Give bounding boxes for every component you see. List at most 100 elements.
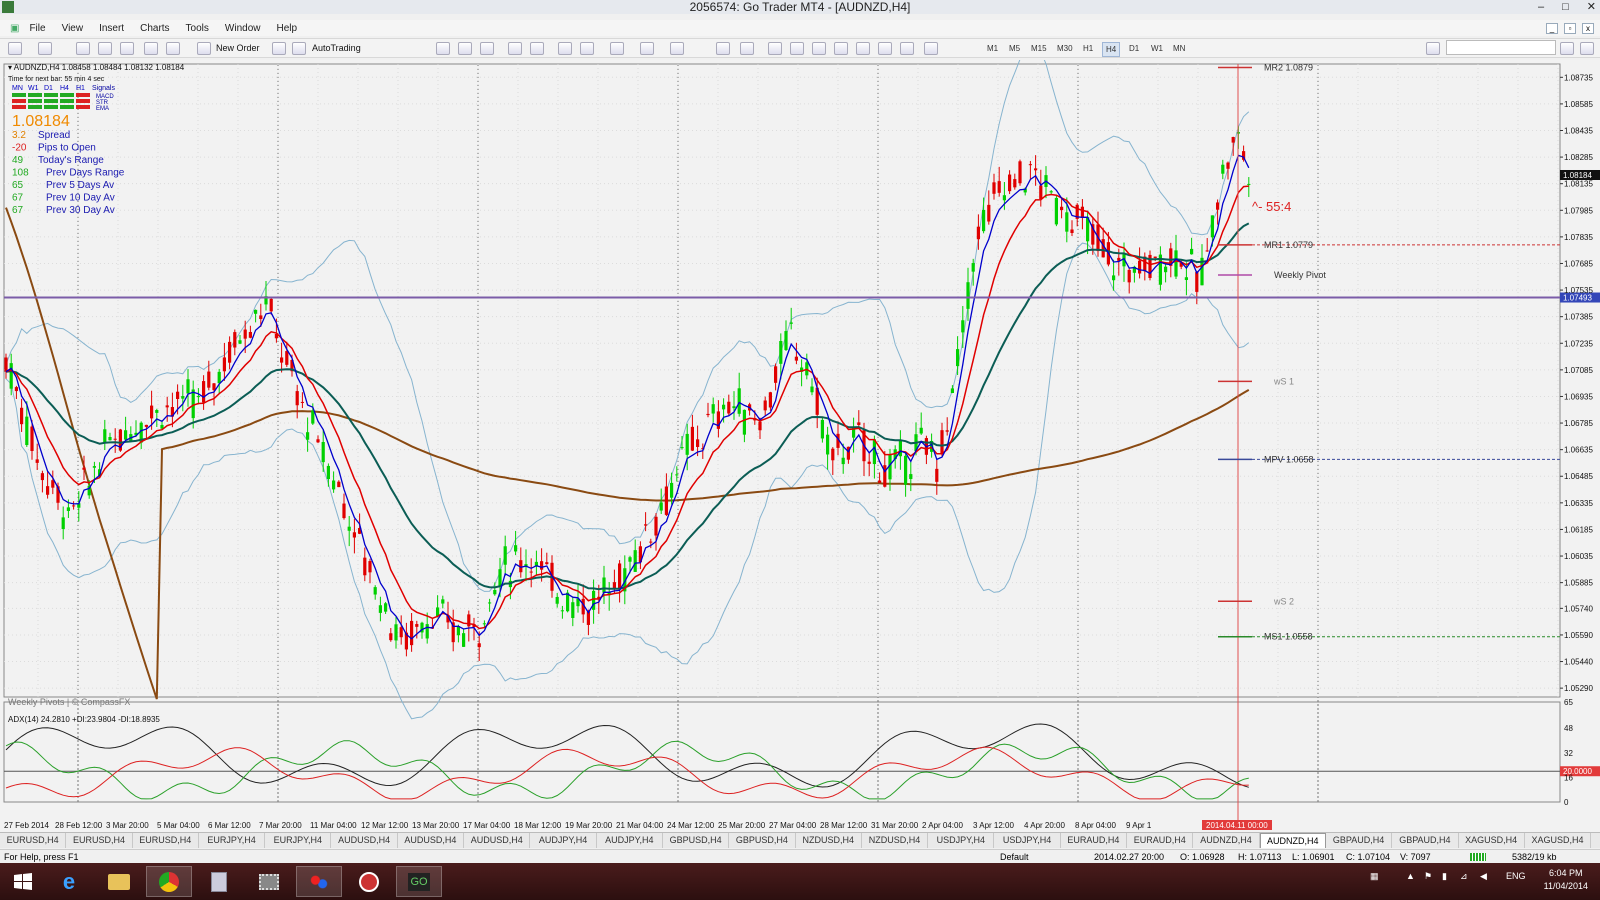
chart-tab[interactable]: EURJPY,H4: [199, 833, 266, 848]
taskbar-explorer[interactable]: [96, 866, 142, 897]
action-center-icon[interactable]: ⚑: [1424, 871, 1432, 882]
fibonacci-icon[interactable]: [856, 42, 870, 55]
chart-tab[interactable]: AUDUSD,H4: [464, 833, 531, 848]
text-label-icon[interactable]: [900, 42, 914, 55]
menu-window[interactable]: Window: [217, 23, 269, 34]
taskbar-film[interactable]: [246, 866, 292, 897]
channel-icon[interactable]: [834, 42, 848, 55]
taskbar-gotrader[interactable]: GO: [396, 866, 442, 897]
chart-tab[interactable]: AUDUSD,H4: [398, 833, 465, 848]
tester-icon[interactable]: [166, 42, 180, 55]
menu-help[interactable]: Help: [268, 23, 305, 34]
chart-tab[interactable]: AUDJPY,H4: [530, 833, 597, 848]
chart-tab[interactable]: EURAUD,H4: [1061, 833, 1128, 848]
network-icon[interactable]: ⊿: [1460, 871, 1468, 882]
line-chart-icon[interactable]: [480, 42, 494, 55]
crosshair-icon[interactable]: [740, 42, 754, 55]
menu-charts[interactable]: Charts: [132, 23, 177, 34]
battery-icon[interactable]: ▮: [1442, 871, 1447, 882]
start-button[interactable]: [0, 866, 46, 897]
price-chart[interactable]: 1.074931.08184MR2 1.0879MR1 1.0779Weekly…: [0, 60, 1600, 832]
search-icon[interactable]: [1560, 42, 1574, 55]
minimize-icon[interactable]: –: [1538, 0, 1544, 14]
metaeditor-icon[interactable]: [272, 42, 286, 55]
autoscroll-icon[interactable]: [558, 42, 572, 55]
taskbar-wave-app[interactable]: [346, 866, 392, 897]
tf-mn[interactable]: MN: [1170, 42, 1188, 55]
chart-tab[interactable]: USDJPY,H4: [994, 833, 1061, 848]
language-indicator[interactable]: ENG: [1506, 871, 1526, 881]
chart-tab[interactable]: EURUSD,H4: [133, 833, 199, 848]
zoom-in-icon[interactable]: [508, 42, 522, 55]
chart-tab[interactable]: GBPUSD,H4: [663, 833, 730, 848]
mdi-minimize-icon[interactable]: _: [1546, 22, 1558, 34]
tf-m1[interactable]: M1: [984, 42, 1001, 55]
new-order-button[interactable]: New Order: [216, 41, 260, 56]
periods-icon[interactable]: [640, 42, 654, 55]
new-chart-icon[interactable]: [8, 42, 22, 55]
mdi-close-icon[interactable]: x: [1582, 22, 1594, 34]
chart-tab[interactable]: NZDUSD,H4: [862, 833, 929, 848]
chart-tab[interactable]: AUDNZD,H4: [1193, 833, 1260, 848]
profiles-icon[interactable]: [38, 42, 52, 55]
tf-w1[interactable]: W1: [1148, 42, 1166, 55]
volume-icon[interactable]: ◀: [1480, 871, 1487, 882]
clock[interactable]: 6:04 PM 11/04/2014: [1544, 867, 1588, 893]
terminal-icon[interactable]: [144, 42, 158, 55]
tf-m5[interactable]: M5: [1006, 42, 1023, 55]
tf-m15[interactable]: M15: [1028, 42, 1050, 55]
cursor-icon[interactable]: [716, 42, 730, 55]
chart-tab[interactable]: EURJPY,H4: [265, 833, 332, 848]
settings-gear-icon[interactable]: [1426, 42, 1440, 55]
taskbar-calculator[interactable]: [196, 866, 242, 897]
text-icon[interactable]: [878, 42, 892, 55]
chart-tab[interactable]: AUDUSD,H4: [331, 833, 398, 848]
navigator-icon[interactable]: [120, 42, 134, 55]
keyboard-icon[interactable]: ▦: [1370, 871, 1379, 882]
data-window-icon[interactable]: [98, 42, 112, 55]
menu-file[interactable]: File: [21, 23, 53, 34]
tf-m30[interactable]: M30: [1054, 42, 1076, 55]
search-input[interactable]: [1446, 40, 1556, 55]
chart-tab[interactable]: AUDJPY,H4: [597, 833, 663, 848]
chart-tab[interactable]: EURAUD,H4: [1127, 833, 1194, 848]
menu-tools[interactable]: Tools: [178, 23, 217, 34]
chart-tab[interactable]: USDJPY,H4: [928, 833, 995, 848]
chart-tab[interactable]: NZDUSD,H4: [796, 833, 862, 848]
tray-arrow-icon[interactable]: ▲: [1406, 871, 1415, 881]
chart-tab[interactable]: XAGUSD,H4: [1459, 833, 1525, 848]
autotrading-icon[interactable]: [292, 42, 306, 55]
menu-insert[interactable]: Insert: [91, 23, 132, 34]
arrows-icon[interactable]: [924, 42, 938, 55]
chart-tab[interactable]: GBPUSD,H4: [729, 833, 796, 848]
community-icon[interactable]: [1580, 42, 1594, 55]
trendline-icon[interactable]: [812, 42, 826, 55]
chart-tab[interactable]: XAGUSD,H4: [1525, 833, 1592, 848]
maximize-icon[interactable]: □: [1562, 0, 1569, 14]
mdi-restore-icon[interactable]: ▫: [1564, 22, 1576, 34]
vertical-line-icon[interactable]: [768, 42, 782, 55]
chart-tab[interactable]: GBPAUD,H4: [1392, 833, 1459, 848]
new-order-icon[interactable]: [197, 42, 211, 55]
chart-tab[interactable]: EURUSD,H4: [66, 833, 133, 848]
tf-d1[interactable]: D1: [1126, 42, 1142, 55]
taskbar-ie[interactable]: e: [46, 866, 92, 897]
indicators-icon[interactable]: [610, 42, 624, 55]
tf-h4[interactable]: H4: [1102, 42, 1121, 57]
candlestick-icon[interactable]: [458, 42, 472, 55]
autotrading-button[interactable]: AutoTrading: [312, 41, 361, 56]
chart-tab[interactable]: EURUSD,H4: [0, 833, 67, 848]
market-watch-icon[interactable]: [76, 42, 90, 55]
templates-icon[interactable]: [670, 42, 684, 55]
menu-view[interactable]: View: [54, 23, 92, 34]
chart-tab[interactable]: AUDNZD,H4: [1259, 833, 1326, 848]
taskbar-chrome[interactable]: [146, 866, 192, 897]
close-icon[interactable]: ✕: [1587, 0, 1596, 14]
taskbar-dots-app[interactable]: [296, 866, 342, 897]
chart-shift-icon[interactable]: [580, 42, 594, 55]
chart-tab[interactable]: GBPAUD,H4: [1326, 833, 1393, 848]
menu-app-icon[interactable]: ▣: [8, 23, 21, 34]
zoom-out-icon[interactable]: [530, 42, 544, 55]
tf-h1[interactable]: H1: [1080, 42, 1096, 55]
bar-chart-icon[interactable]: [436, 42, 450, 55]
